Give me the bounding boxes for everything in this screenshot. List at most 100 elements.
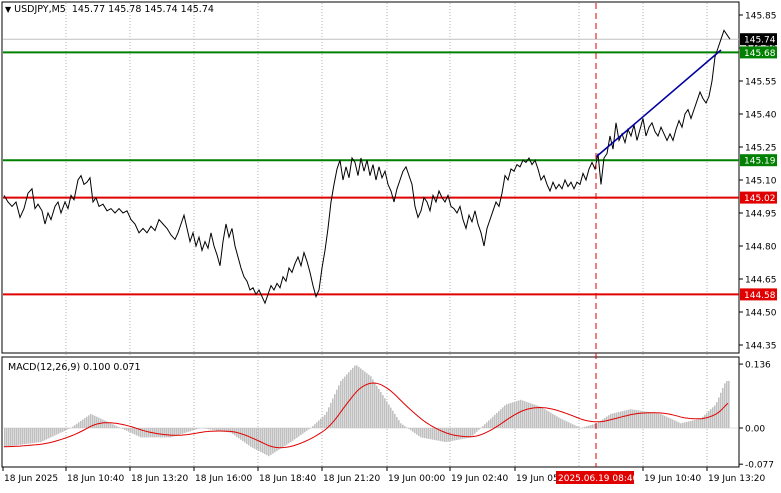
macd-hist-bar: [14, 428, 16, 445]
macd-hist-bar: [538, 406, 540, 428]
macd-hist-bar: [686, 422, 688, 428]
macd-hist-bar: [358, 367, 360, 428]
macd-hist-bar: [16, 428, 18, 445]
macd-hist-bar: [412, 428, 414, 432]
macd-hist-bar: [178, 428, 180, 435]
macd-hist-bar: [48, 428, 50, 438]
macd-hist-bar: [342, 379, 344, 428]
macd-hist-bar: [96, 417, 98, 428]
macd-hist-bar: [164, 428, 166, 437]
macd-hist-bar: [344, 377, 346, 428]
macd-hist-bar: [378, 389, 380, 428]
macd-hist-bar: [518, 400, 520, 428]
price-tick-label: 145.10: [745, 177, 777, 187]
macd-axis: 0.1360.00-0.077: [739, 361, 774, 471]
macd-hist-bar: [118, 427, 120, 428]
macd-hist-bar: [26, 428, 28, 444]
macd-hist-bar: [662, 415, 664, 428]
macd-hist-bar: [698, 419, 700, 428]
macd-hist-bar: [218, 428, 220, 431]
macd-hist-bar: [604, 418, 606, 428]
price-tick-label: 145.40: [745, 111, 777, 121]
macd-hist-bar: [128, 428, 130, 432]
macd-tick-label: 0.136: [745, 361, 771, 371]
macd-hist-bar: [402, 425, 404, 428]
macd-hist-bar: [502, 407, 504, 428]
macd-hist-bar: [526, 402, 528, 428]
macd-hist-bar: [112, 424, 114, 428]
macd-hist-bar: [650, 412, 652, 428]
macd-hist-bar: [676, 421, 678, 428]
macd-hist-bar: [64, 428, 66, 431]
macd-hist-bar: [418, 428, 420, 436]
macd-hist-bar: [550, 413, 552, 428]
time-label: 19 Jun 00:00: [388, 474, 445, 484]
macd-hist-bar: [110, 423, 112, 428]
macd-hist-bar: [30, 428, 32, 443]
macd-hist-bar: [302, 428, 304, 434]
macd-hist-bar: [568, 422, 570, 428]
macd-hist-bar: [122, 428, 124, 429]
macd-hist-bar: [232, 428, 234, 434]
macd-hist-bar: [114, 425, 116, 428]
macd-hist-bar: [544, 409, 546, 428]
level-label-text: 145.02: [744, 194, 776, 204]
macd-hist-bar: [50, 428, 52, 437]
macd-hist-bar: [130, 428, 132, 433]
macd-indicator: [3, 365, 739, 456]
macd-hist-bar: [656, 413, 658, 428]
trendline[interactable]: [596, 50, 721, 157]
macd-hist-bar: [536, 405, 538, 428]
macd-hist-bar: [76, 424, 78, 428]
chart-window[interactable]: 145.85145.70145.55145.40145.25145.10144.…: [0, 0, 781, 489]
time-label-highlight: 2025.06.19 08:40: [558, 474, 639, 484]
level-label-text: 145.74: [744, 36, 776, 46]
macd-hist-bar: [390, 408, 392, 428]
macd-title: MACD(12,26,9) 0.100 0.071: [8, 362, 141, 373]
macd-hist-bar: [570, 423, 572, 428]
chart-canvas[interactable]: 145.85145.70145.55145.40145.25145.10144.…: [0, 0, 781, 489]
macd-hist-bar: [554, 415, 556, 428]
macd-hist-bar: [52, 428, 54, 436]
macd-hist-bar: [696, 420, 698, 428]
macd-hist-bar: [612, 413, 614, 428]
macd-hist-bar: [22, 428, 24, 444]
macd-hist-bar: [334, 394, 336, 428]
macd-hist-bar: [36, 428, 38, 443]
macd-hist-bar: [320, 419, 322, 428]
macd-hist-bar: [322, 417, 324, 428]
macd-hist-bar: [260, 428, 262, 452]
macd-hist-bar: [540, 407, 542, 428]
macd-hist-bar: [58, 428, 60, 434]
macd-hist-bar: [528, 403, 530, 428]
macd-hist-bar: [282, 428, 284, 447]
collapse-triangle-icon[interactable]: ▼: [5, 5, 11, 14]
macd-hist-bar: [396, 417, 398, 428]
macd-hist-bar: [346, 374, 348, 428]
level-label-text: 145.68: [744, 49, 776, 59]
macd-hist-bar: [292, 428, 294, 441]
macd-hist-bar: [40, 428, 42, 442]
macd-hist-bar: [208, 428, 210, 429]
macd-hist-bar: [170, 428, 172, 437]
macd-hist-bar: [520, 400, 522, 428]
level-labels: 145.74145.68145.19145.02144.58: [740, 33, 777, 301]
price-tick-label: 144.35: [745, 342, 777, 352]
macd-hist-bar: [88, 415, 90, 428]
macd-hist-bar: [360, 368, 362, 428]
macd-hist-bar: [622, 411, 624, 428]
macd-hist-bar: [306, 428, 308, 431]
vertical-grid: [66, 3, 707, 467]
macd-hist-bar: [66, 428, 68, 430]
macd-hist-bar: [42, 428, 44, 441]
macd-hist-bar: [286, 428, 288, 445]
macd-hist-bar: [632, 410, 634, 428]
macd-hist-bar: [462, 428, 464, 439]
macd-hist-bar: [584, 427, 586, 428]
macd-hist-bar: [592, 424, 594, 428]
macd-hist-bar: [274, 428, 276, 452]
macd-hist-bar: [86, 417, 88, 428]
macd-hist-bar: [190, 428, 192, 431]
macd-hist-bar: [148, 428, 150, 437]
price-tick-label: 145.55: [745, 78, 777, 88]
